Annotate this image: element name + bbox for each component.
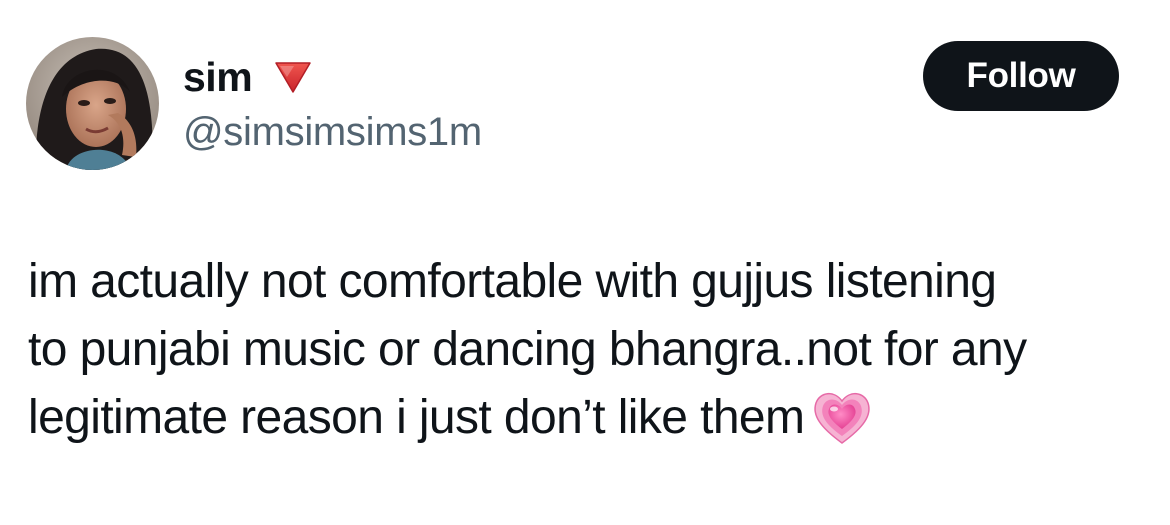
tweet-text-line: im actually not comfortable with gujjus …	[28, 255, 997, 308]
tweet-text-line-content: legitimate reason i just don’t like them	[28, 391, 805, 444]
tweet-card: sim @simsimsims1m Follow im actually not…	[0, 0, 1170, 525]
author-handle[interactable]: @simsimsims1m	[183, 107, 482, 157]
author-name-row: sim	[183, 52, 312, 102]
tweet-text: im actually not comfortable with gujjus …	[28, 248, 1148, 452]
follow-button[interactable]: Follow	[923, 41, 1119, 111]
avatar-image	[26, 37, 159, 170]
avatar[interactable]	[26, 37, 159, 170]
display-name[interactable]: sim	[183, 52, 253, 102]
growing-heart-icon	[812, 389, 872, 445]
red-triangle-down-icon	[274, 59, 312, 95]
tweet-text-line: to punjabi music or dancing bhangra..not…	[28, 323, 1027, 376]
tweet-text-line-last: legitimate reason i just don’t like them	[28, 384, 1148, 452]
